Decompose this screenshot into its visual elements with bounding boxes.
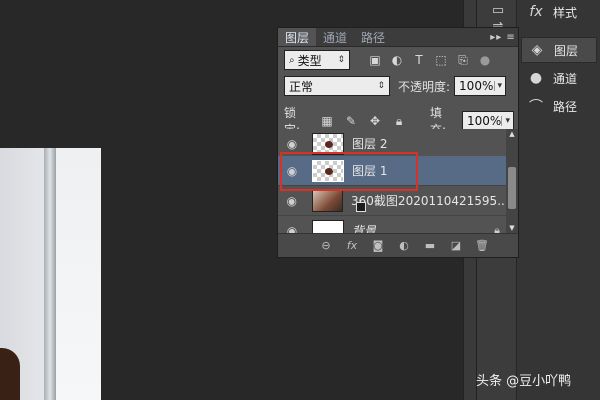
group-icon[interactable]: ▬ <box>422 238 438 254</box>
shape-filter-icon[interactable]: ⬚ <box>432 51 450 69</box>
scroll-down-icon[interactable]: ▼ <box>506 223 518 233</box>
image-filter-icon[interactable]: ▣ <box>366 51 384 69</box>
layer-name[interactable]: 360截图2020110421595... <box>351 192 506 209</box>
lock-icon: 🔒︎ <box>494 223 500 234</box>
filter-kind-select[interactable]: ⌕ 类型 ⇕ <box>284 50 350 70</box>
layer-thumbnail <box>311 189 344 212</box>
blend-mode-select[interactable]: 正常 ⇕ <box>284 76 390 96</box>
highlight-annotation <box>280 152 418 191</box>
blend-mode-value: 正常 <box>289 79 314 94</box>
select-arrows-icon: ⇕ <box>377 81 385 91</box>
tab-layers[interactable]: 图层 <box>278 28 317 46</box>
visibility-eye-icon[interactable]: ◉ <box>278 224 306 234</box>
lock-all-icon[interactable]: 🔒︎ <box>390 112 408 130</box>
channels-icon: ● <box>529 70 543 86</box>
layers-footer: ⊖ fx ◙ ◐ ▬ ◪ 🗑︎ <box>278 233 518 257</box>
canvas-photo <box>0 148 101 400</box>
filter-kind-label: 类型 <box>297 53 322 68</box>
filter-row: ⌕ 类型 ⇕ ▣ ◐ T ⬚ ⎘ ● <box>284 50 514 70</box>
panel-menu-icon[interactable]: ▸▸ ≡ <box>488 28 518 46</box>
opacity-label: 不透明度: <box>398 79 451 94</box>
layers-scrollbar[interactable]: ▲ ▼ <box>506 129 518 233</box>
fill-field[interactable]: 100% ▾ <box>462 111 514 131</box>
filter-toggle-icon[interactable]: ● <box>476 51 494 69</box>
visibility-eye-icon[interactable]: ◉ <box>278 137 306 151</box>
layer-thumbnail <box>312 219 344 233</box>
adjustment-icon[interactable]: ◐ <box>396 238 412 254</box>
dock-item-paths[interactable]: ⌒ 路径 <box>521 93 597 119</box>
dock-item-styles[interactable]: fx 样式 <box>521 0 597 25</box>
lock-paint-icon[interactable]: ✎ <box>342 112 360 130</box>
smart-object-badge-icon <box>356 202 366 212</box>
trash-icon[interactable]: 🗑︎ <box>474 238 490 254</box>
lock-transparent-icon[interactable]: ▦ <box>318 112 336 130</box>
dock-item-layers[interactable]: ◈ 图层 <box>521 37 597 63</box>
link-layers-icon[interactable]: ⊖ <box>318 238 334 254</box>
fx-icon: fx <box>529 4 543 20</box>
layers-icon: ◈ <box>531 42 543 58</box>
layer-row[interactable]: ◉ 背景 🔒︎ <box>278 216 506 233</box>
search-icon: ⌕ <box>289 54 295 66</box>
dock-item-label: 样式 <box>553 5 578 20</box>
select-arrows-icon: ⇕ <box>337 55 345 65</box>
dock-item-label: 路径 <box>553 99 578 114</box>
tab-paths[interactable]: 路径 <box>354 28 392 46</box>
fx-icon[interactable]: fx <box>344 238 360 254</box>
smart-object-filter-icon[interactable]: ⎘ <box>454 51 472 69</box>
blend-row: 正常 ⇕ 不透明度: 100% ▾ <box>284 76 514 96</box>
adjustment-filter-icon[interactable]: ◐ <box>388 51 406 69</box>
opacity-field[interactable]: 100% ▾ <box>454 76 507 96</box>
dock-item-channels[interactable]: ● 通道 <box>521 65 597 91</box>
mask-icon[interactable]: ◙ <box>370 238 386 254</box>
paths-icon: ⌒ <box>529 99 543 115</box>
chevron-down-icon[interactable]: ▾ <box>501 116 513 126</box>
dock-item-label: 通道 <box>553 71 578 86</box>
new-layer-icon[interactable]: ◪ <box>448 238 464 254</box>
panel-tabs: 图层 通道 路径 ▸▸ ≡ <box>278 28 518 47</box>
visibility-eye-icon[interactable]: ◉ <box>278 194 306 208</box>
lock-position-icon[interactable]: ✥ <box>366 112 384 130</box>
watermark: 头条 @豆小吖鸭 <box>476 374 572 389</box>
tab-channels[interactable]: 通道 <box>316 28 354 46</box>
fill-value: 100% <box>467 114 502 128</box>
type-filter-icon[interactable]: T <box>410 51 428 69</box>
opacity-value: 100% <box>459 79 494 93</box>
chevron-down-icon[interactable]: ▾ <box>493 81 506 91</box>
layer-name[interactable]: 图层 2 <box>352 135 387 152</box>
scroll-thumb[interactable] <box>508 167 516 209</box>
scroll-up-icon[interactable]: ▲ <box>506 129 518 139</box>
dock-item-label: 图层 <box>554 43 579 58</box>
layer-name[interactable]: 背景 <box>352 222 376 233</box>
layers-panel: 图层 通道 路径 ▸▸ ≡ ⌕ 类型 ⇕ ▣ ◐ T ⬚ ⎘ ● 正常 ⇕ 不透… <box>277 27 519 258</box>
